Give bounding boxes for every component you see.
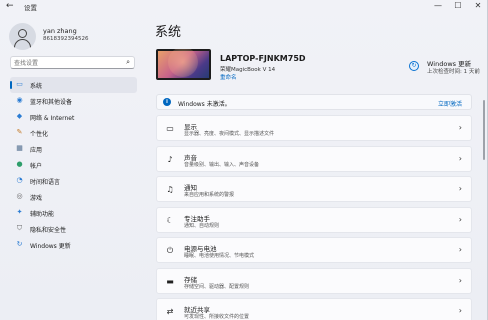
sidebar-nav: ▭ 系统 ◉ 蓝牙和其他设备 ◆ 网络 & Internet ✎ 个性化 ▦ 应用 ● 帐户 ◔ 时间和语… [10,77,137,253]
back-arrow-icon[interactable]: ← [6,1,14,11]
sidebar-item-1[interactable]: ◉ 蓝牙和其他设备 [10,93,137,109]
scrollbar[interactable] [483,100,485,160]
sidebar-item-label: 帐户 [30,163,43,170]
activation-text: Windows 未激活。 [178,101,231,108]
close-button[interactable]: ✕ [471,1,485,10]
windows-update-icon[interactable]: ↻ [409,61,419,71]
sidebar: yan zhang 8618392394526 ⌕ ▭ 系统 ◉ 蓝牙和其他设备 ◆ 网络… [0,14,145,320]
sidebar-item-label: 系统 [30,83,43,90]
main-content: 系统 LAPTOP-FJNKM75D 荣耀MagicBook V 14 重命名 … [150,14,488,320]
chevron-right-icon: › [458,123,462,132]
device-name: LAPTOP-FJNKM75D [220,54,306,63]
card-description: 来自应用和系统的警报 [184,192,235,198]
chevron-right-icon: › [458,153,462,163]
settings-card-6[interactable]: ⇄ 就近共享 可发现性、所接收文件的位置 › [156,298,472,320]
sidebar-item-6[interactable]: ◔ 时间和语言 [10,173,137,189]
settings-card-3[interactable]: ☾ 专注助手 通知、自动规则 › [156,206,472,233]
sidebar-item-7[interactable]: ◎ 游戏 [10,189,137,205]
settings-window: ← 设置 — ☐ ✕ yan zhang 8618392394526 ⌕ ▭系统… [0,0,488,320]
sidebar-item-label: 时间和语言 [30,179,61,186]
globe-clock-icon: ◔ [16,176,23,184]
bell-icon: ♫ [166,185,174,194]
sidebar-item-10[interactable]: ↻ Windows 更新 [10,237,137,253]
settings-card-2[interactable]: ♫ 通知 来自应用和系统的警报 › [156,176,472,202]
info-icon: i [163,98,171,106]
speaker-icon: ♪ [167,154,173,164]
card-description: 通知、自动规则 [184,222,220,229]
chevron-right-icon: › [458,245,462,254]
device-image [156,49,211,80]
minimize-button[interactable]: — [431,1,445,10]
card-description: 睡眠、电池使用情况、节电模式 [184,253,255,259]
avatar[interactable] [9,23,36,50]
search-icon[interactable]: ⌕ [126,58,130,67]
window-title: 设置 [24,4,37,12]
person-icon: ● [16,160,23,168]
user-name: yan zhang [43,27,77,35]
settings-card-1[interactable]: ♪ 声音 音量级别、输出、输入、声音设备 › [156,145,472,172]
shield-icon: ⛉ [16,224,23,232]
page-title: 系统 [155,25,182,40]
sidebar-item-5[interactable]: ● 帐户 [10,157,137,173]
brush-icon: ✎ [16,128,23,136]
user-phone: 8618392394526 [43,36,89,42]
sidebar-item-label: Windows 更新 [30,243,71,250]
bluetooth-icon: ◉ [16,96,23,104]
nearby-share-icon: ⇄ [166,307,174,316]
sidebar-item-label: 隐私和安全性 [30,227,67,234]
device-model: 荣耀MagicBook V 14 [220,67,276,73]
search-box[interactable]: ⌕ [10,56,135,69]
settings-card-0[interactable]: ▭ 显示 显示器、亮度、夜间模式、显示描述文件 › [156,115,472,141]
card-description: 存储空间、驱动器、配置规则 [184,283,250,290]
display-icon: ▭ [166,124,174,133]
sidebar-item-0[interactable]: ▭ 系统 [10,77,137,93]
title-bar: ← 设置 — ☐ ✕ [0,0,488,14]
sidebar-item-label: 游戏 [30,195,43,202]
sidebar-item-9[interactable]: ⛉ 隐私和安全性 [10,221,137,237]
sidebar-item-label: 网络 & Internet [30,115,75,122]
activate-now-link[interactable]: 立即激活 [438,99,462,108]
rename-link[interactable]: 重命名 [220,73,237,81]
settings-cards: ▭ 显示 显示器、亮度、夜间模式、显示描述文件 › ♪ 声音 音量级别、输出、输入、声音设备… [156,115,472,320]
power-icon: ⏻ [166,246,174,255]
search-input[interactable] [14,58,119,68]
card-description: 可发现性、所接收文件的位置 [184,314,250,320]
card-description: 音量级别、输出、输入、声音设备 [184,161,260,168]
sidebar-item-2[interactable]: ◆ 网络 & Internet [10,109,137,125]
monitor-icon: ▭ [16,80,23,88]
activation-banner: i Windows 未激活。 立即激活 [156,94,472,110]
avatar-head-icon [18,29,27,38]
sidebar-item-label: 辅助功能 [30,211,55,218]
sidebar-item-8[interactable]: ✦ 辅助功能 [10,205,137,221]
gamepad-icon: ◎ [16,192,23,200]
wifi-icon: ◆ [16,112,23,120]
avatar-body-icon [14,39,31,50]
card-description: 显示器、亮度、夜间模式、显示描述文件 [184,131,275,137]
focus-moon-icon: ☾ [166,215,174,225]
sidebar-item-label: 应用 [30,147,43,154]
chevron-right-icon: › [458,184,462,193]
windows-update-subtitle: 上次检查时间: 1 天前 [427,69,480,75]
chevron-right-icon: › [458,214,462,224]
settings-card-5[interactable]: ▬ 存储 存储空间、驱动器、配置规则 › [156,267,472,294]
sidebar-item-label: 个性化 [30,131,49,138]
storage-icon: ▬ [166,276,174,286]
windows-update-icon: ↻ [16,240,23,248]
sidebar-item-label: 蓝牙和其他设备 [30,99,73,106]
maximize-button[interactable]: ☐ [451,1,465,10]
sidebar-item-4[interactable]: ▦ 应用 [10,141,137,157]
sidebar-item-3[interactable]: ✎ 个性化 [10,125,137,141]
apps-icon: ▦ [16,144,23,152]
accessibility-icon: ✦ [16,208,23,216]
chevron-right-icon: › [458,275,462,285]
settings-card-4[interactable]: ⏻ 电源与电池 睡眠、电池使用情况、节电模式 › [156,237,472,263]
chevron-right-icon: › [458,306,462,315]
